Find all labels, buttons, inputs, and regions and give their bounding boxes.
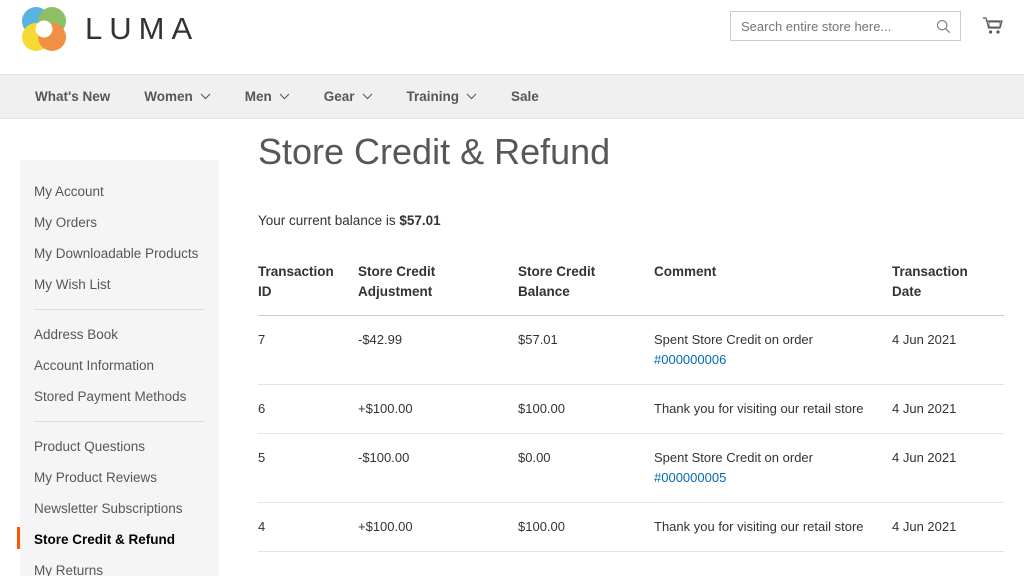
sidebar-item-my-account[interactable]: My Account [20,176,219,207]
cell-transaction-id: 6 [258,384,358,434]
sidebar-item-label: My Product Reviews [34,469,158,485]
cell-transaction-id: 4 [258,502,358,552]
cell-comment: Thank you for visiting our retail store [654,502,892,552]
cell-balance: $100.00 [518,502,654,552]
luma-logo-icon [22,7,66,51]
table-body: 7 -$42.99 $57.01 Spent Store Credit on o… [258,315,1004,552]
sidebar-item-my-wish-list[interactable]: My Wish List [20,269,219,300]
table-row: 4 +$100.00 $100.00 Thank you for visitin… [258,502,1004,552]
table-row: 6 +$100.00 $100.00 Thank you for visitin… [258,384,1004,434]
search-input[interactable] [731,12,926,40]
cart-button[interactable] [976,10,1010,42]
nav-item-men[interactable]: Men [228,75,307,118]
shopping-cart-icon [983,17,1003,34]
comment-text: Spent Store Credit on order [654,450,813,465]
sidebar-item-label: Address Book [34,326,119,342]
cell-comment: Thank you for visiting our retail store [654,384,892,434]
sidebar-item-label: Account Information [34,357,155,373]
nav-item-sale[interactable]: Sale [494,75,556,118]
page-body: My Account My Orders My Downloadable Pro… [0,119,1024,576]
cell-transaction-date: 4 Jun 2021 [892,384,1004,434]
nav-item-label: Training [406,89,460,104]
nav-item-whats-new[interactable]: What's New [18,75,127,118]
table-row: 5 -$100.00 $0.00 Spent Store Credit on o… [258,433,1004,503]
nav-item-label: Women [144,89,193,104]
sidebar-item-label: My Returns [34,562,104,576]
sidebar-divider [34,309,205,310]
balance-label: Your current balance is [258,213,400,228]
cell-adjustment: +$100.00 [358,502,518,552]
main-navigation: What's New Women Men Gear Training Sale [0,74,1024,119]
table-head: Transaction ID Store Credit Adjustment S… [258,262,1004,316]
sidebar-item-address-book[interactable]: Address Book [20,319,219,350]
search-button[interactable] [926,12,960,40]
nav-item-label: Gear [323,89,355,104]
page-title: Store Credit & Refund [258,131,611,172]
cell-comment: Spent Store Credit on order #000000005 [654,433,892,503]
sidebar-item-label: Product Questions [34,438,146,454]
comment-text: Thank you for visiting our retail store [654,519,864,534]
cell-transaction-date: 4 Jun 2021 [892,433,1004,503]
cell-balance: $57.01 [518,315,654,385]
sidebar-item-newsletter-subscriptions[interactable]: Newsletter Subscriptions [20,493,219,524]
sidebar-item-label: Store Credit & Refund [34,531,176,547]
account-sidebar: My Account My Orders My Downloadable Pro… [17,160,219,576]
cell-transaction-id: 5 [258,433,358,503]
nav-item-label: Sale [511,89,539,104]
cell-adjustment: -$100.00 [358,433,518,503]
sidebar-item-label: Newsletter Subscriptions [34,500,183,516]
column-header-store-credit-adjustment: Store Credit Adjustment [358,262,518,316]
sidebar-item-label: Stored Payment Methods [34,388,187,404]
search-box[interactable] [730,11,961,41]
sidebar-item-my-downloadable-products[interactable]: My Downloadable Products [20,238,219,269]
sidebar-item-store-credit-refund[interactable]: Store Credit & Refund [17,524,219,555]
site-header: LUMA [0,0,1024,74]
cell-adjustment: +$100.00 [358,384,518,434]
comment-text: Thank you for visiting our retail store [654,401,864,416]
sidebar-item-my-orders[interactable]: My Orders [20,207,219,238]
store-credit-table: Transaction ID Store Credit Adjustment S… [258,262,1004,552]
nav-item-training[interactable]: Training [390,75,495,118]
order-link[interactable]: #000000005 [654,468,882,488]
cell-transaction-date: 4 Jun 2021 [892,502,1004,552]
sidebar-item-label: My Orders [34,214,98,230]
order-link[interactable]: #000000006 [654,350,882,370]
cell-transaction-id: 7 [258,315,358,385]
site-logo[interactable]: LUMA [17,4,199,54]
balance-amount: $57.01 [399,213,441,228]
sidebar-item-product-questions[interactable]: Product Questions [20,431,219,462]
table-header-row: Transaction ID Store Credit Adjustment S… [258,262,1004,316]
column-header-comment: Comment [654,262,892,316]
chevron-down-icon [279,93,290,100]
nav-item-label: What's New [35,89,111,104]
brand-name: LUMA [85,11,200,46]
sidebar-item-account-information[interactable]: Account Information [20,350,219,381]
cell-comment: Spent Store Credit on order #000000006 [654,315,892,385]
table-row: 7 -$42.99 $57.01 Spent Store Credit on o… [258,315,1004,385]
column-header-store-credit-balance: Store Credit Balance [518,262,654,316]
sidebar-item-label: My Downloadable Products [34,245,199,261]
chevron-down-icon [200,93,211,100]
nav-item-women[interactable]: Women [127,75,228,118]
sidebar-item-label: My Account [34,183,104,199]
column-header-transaction-date: Transaction Date [892,262,1004,316]
cell-adjustment: -$42.99 [358,315,518,385]
current-balance: Your current balance is $57.01 [258,213,1004,228]
sidebar-divider [34,421,205,422]
sidebar-item-stored-payment-methods[interactable]: Stored Payment Methods [20,381,219,412]
cell-balance: $0.00 [518,433,654,503]
column-header-transaction-id: Transaction ID [258,262,358,316]
chevron-down-icon [362,93,372,100]
chevron-down-icon [466,93,477,100]
search-icon [936,19,950,33]
nav-item-gear[interactable]: Gear [307,75,390,118]
sidebar-item-label: My Wish List [34,276,111,292]
sidebar-item-my-returns[interactable]: My Returns [20,555,219,576]
cell-transaction-date: 4 Jun 2021 [892,315,1004,385]
cell-balance: $100.00 [518,384,654,434]
sidebar-item-my-product-reviews[interactable]: My Product Reviews [20,462,219,493]
main-content: Store Credit & Refund Your current balan… [258,119,1004,552]
nav-item-label: Men [244,89,272,104]
comment-text: Spent Store Credit on order [654,332,813,347]
